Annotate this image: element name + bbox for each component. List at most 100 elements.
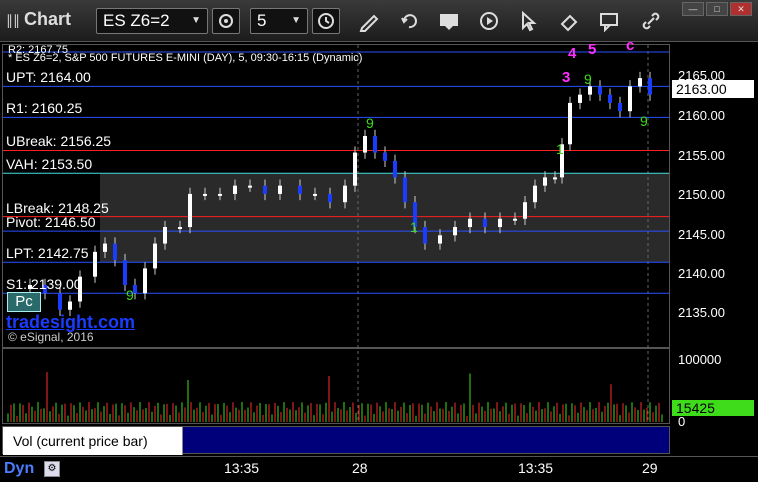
candle-down: [608, 94, 612, 103]
candle-up: [153, 243, 157, 269]
time-label: 28: [352, 460, 368, 476]
candle-up: [353, 152, 357, 186]
volume-legend-bar: Vol (current price bar) ×: [2, 424, 670, 455]
candle-down: [648, 78, 652, 95]
close-icon[interactable]: ×: [173, 424, 180, 438]
candle-down: [373, 136, 377, 153]
time-label: 13:35: [224, 460, 260, 476]
minimize-button[interactable]: —: [682, 2, 704, 16]
level-label: VAH: 2153.50: [6, 156, 93, 173]
candle-up: [178, 227, 182, 230]
maximize-button[interactable]: □: [706, 2, 728, 16]
candle-up: [103, 243, 107, 252]
sequence-label-green: 9: [640, 113, 648, 129]
interval-value: 5: [257, 11, 267, 30]
candle-down: [393, 160, 397, 178]
level-label: UBreak: 2156.25: [6, 133, 112, 150]
settings-small-icon[interactable]: ⚙: [44, 461, 60, 477]
candle-up: [248, 185, 252, 188]
candle-down: [383, 152, 387, 161]
candle-down: [483, 218, 487, 228]
chart-subtitle: * ES Z6=2, S&P 500 FUTURES E-MINI (DAY),…: [8, 52, 363, 64]
current-volume-marker: 15425: [672, 400, 754, 416]
gear-icon: [219, 14, 233, 28]
candle-up: [498, 218, 502, 228]
candle-up: [533, 185, 537, 203]
sequence-label-green: 9: [366, 115, 374, 131]
sequence-label-magenta: 4: [568, 45, 577, 62]
candle-up: [68, 301, 72, 310]
candle-up: [438, 235, 442, 244]
close-button[interactable]: ✕: [730, 2, 752, 16]
copyright-text: © eSignal, 2016: [8, 330, 94, 344]
play-icon[interactable]: [478, 10, 500, 32]
candle-down: [328, 193, 332, 203]
level-label: S1: 2139.00: [6, 276, 82, 293]
candle-up: [313, 193, 317, 196]
interval-clock-button[interactable]: [312, 8, 340, 34]
get-data-icon[interactable]: [438, 10, 460, 32]
candle-down: [423, 227, 427, 244]
candle-down: [598, 86, 602, 95]
chart-area[interactable]: 45c3919991 R2: 2167.75 * ES Z6=2, S&P 50…: [0, 42, 758, 460]
price-chart-svg: 4 5 c3919991: [3, 42, 669, 422]
candle-up: [588, 86, 592, 95]
level-label: LPT: 2142.75: [6, 245, 89, 262]
candle-up: [93, 251, 97, 277]
interval-select[interactable]: 5 ▼: [250, 8, 308, 34]
candle-down: [403, 177, 407, 203]
candle-up: [163, 227, 167, 244]
pencil-icon[interactable]: [358, 10, 380, 32]
candle-up: [343, 185, 347, 203]
price-tick: 2135.00: [678, 305, 725, 320]
candle-up: [453, 227, 457, 236]
candle-up: [523, 202, 527, 219]
chevron-down-icon: ▼: [291, 15, 301, 26]
candle-up: [203, 193, 207, 196]
level-label: R1: 2160.25: [6, 100, 83, 117]
sequence-label-magenta: 3: [562, 69, 570, 86]
candle-down: [263, 185, 267, 194]
price-tick: 2145.00: [678, 227, 725, 242]
candle-up: [218, 193, 222, 196]
grip-icon[interactable]: ∥∥: [6, 12, 20, 28]
candle-up: [143, 268, 147, 294]
candle-up: [628, 86, 632, 112]
candle-down: [298, 185, 302, 194]
dyn-label[interactable]: Dyn: [4, 460, 34, 478]
eraser-icon[interactable]: [558, 10, 580, 32]
sequence-label-magenta: 5: [588, 42, 596, 58]
volume-tick: 0: [678, 414, 686, 429]
price-tick: 2150.00: [678, 187, 725, 202]
sequence-label-green: 9: [126, 287, 134, 303]
level-label: UPT: 2164.00: [6, 69, 91, 86]
settings-button[interactable]: [212, 8, 240, 34]
candle-up: [578, 94, 582, 103]
comment-icon[interactable]: [598, 10, 620, 32]
chart-toolbar: ∥∥ Chart ES Z6=2 ▼ 5 ▼ — □ ✕: [0, 0, 758, 42]
refresh-icon[interactable]: [398, 10, 420, 32]
link-icon[interactable]: [640, 10, 662, 32]
price-tick: 2160.00: [678, 108, 725, 123]
symbol-value: ES Z6=2: [103, 11, 170, 30]
sequence-label-green: 1: [556, 141, 564, 157]
volume-legend-tab[interactable]: Vol (current price bar): [3, 427, 183, 455]
sequence-label-magenta: c: [626, 42, 634, 54]
cursor-icon[interactable]: [518, 10, 540, 32]
candle-up: [233, 185, 237, 194]
pc-button[interactable]: Pc: [7, 292, 41, 312]
current-price-marker: 2163.00: [672, 80, 754, 98]
candle-down: [123, 260, 127, 285]
symbol-select[interactable]: ES Z6=2 ▼: [96, 8, 208, 34]
candle-up: [363, 136, 367, 153]
sequence-label-green: 1: [410, 219, 418, 235]
candle-up: [188, 193, 192, 228]
value-area-shade: [100, 173, 669, 263]
candle-down: [113, 243, 117, 261]
candle-up: [638, 78, 642, 87]
price-tick: 2155.00: [678, 148, 725, 163]
candle-up: [543, 177, 547, 186]
candle-up: [513, 218, 517, 221]
candle-up: [468, 218, 472, 228]
volume-tick: 100000: [678, 352, 722, 367]
